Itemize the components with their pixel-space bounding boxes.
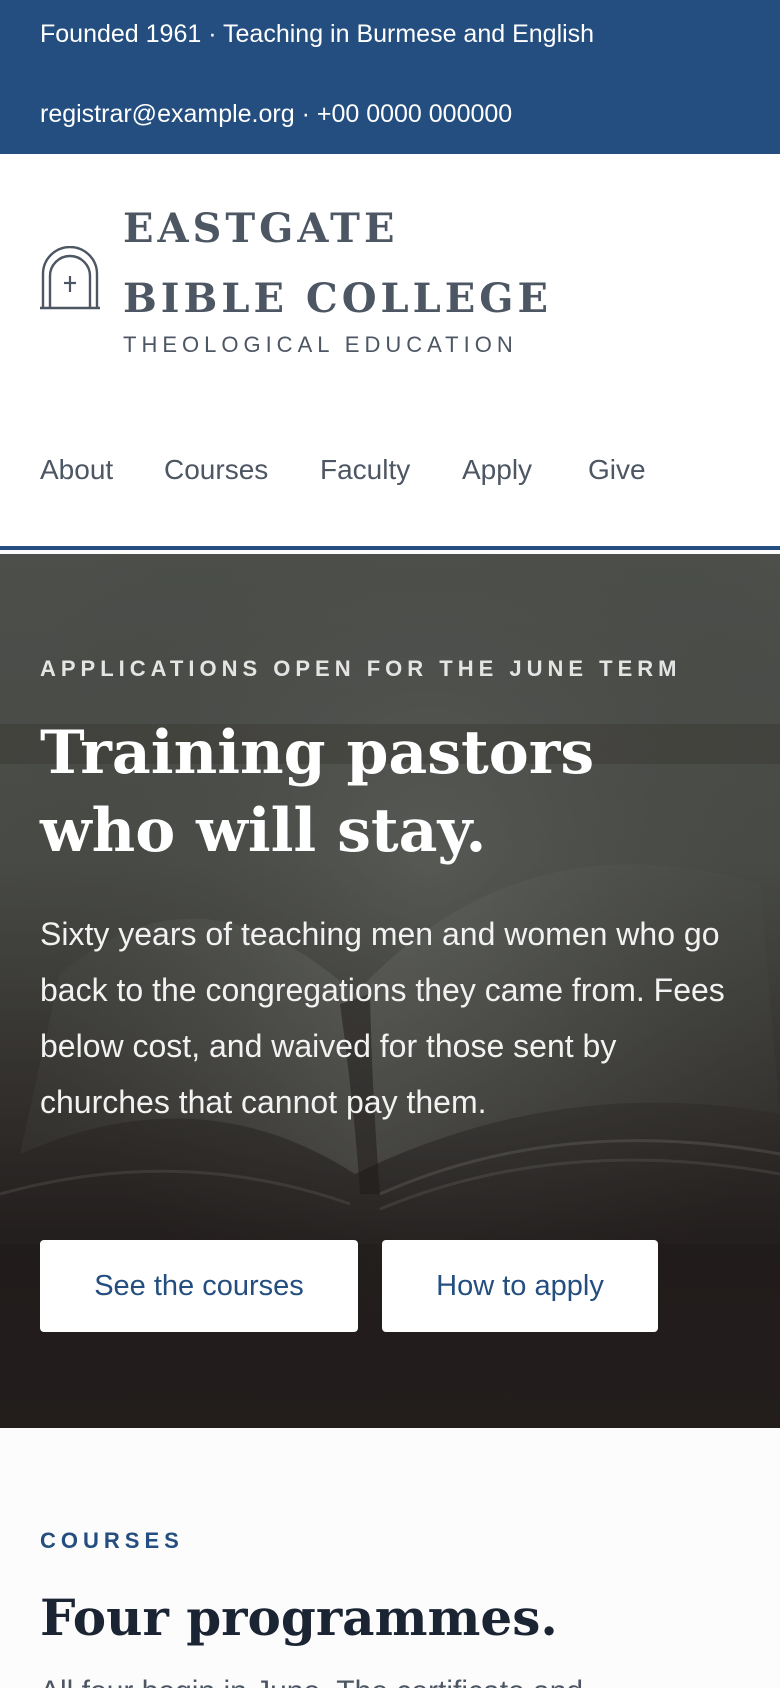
site-title[interactable]: EASTGATE BIBLE COLLEGE — [123, 194, 563, 334]
site-tagline: THEOLOGICAL EDUCATION — [123, 332, 518, 357]
hero-section: APPLICATIONS OPEN FOR THE JUNE TERM Trai… — [0, 554, 780, 1428]
nav-about[interactable]: About — [40, 454, 113, 486]
courses-kicker: COURSES — [40, 1528, 184, 1553]
nav-apply[interactable]: Apply — [462, 454, 532, 486]
see-courses-button[interactable]: See the courses — [40, 1240, 358, 1332]
hero-lead: Sixty years of teaching men and women wh… — [40, 916, 725, 1120]
courses-intro: All four begin in June. The certificate … — [40, 1668, 740, 1688]
founding-info: Founded 1961 · Teaching in Burmese and E… — [40, 20, 595, 48]
hero-kicker: APPLICATIONS OPEN FOR THE JUNE TERM — [40, 656, 682, 681]
nav-give[interactable]: Give — [588, 454, 646, 486]
arched-doorway-cross-icon[interactable] — [40, 246, 100, 310]
how-to-apply-button[interactable]: How to apply — [382, 1240, 658, 1332]
courses-section: COURSES Four programmes. All four begin … — [0, 1428, 780, 1688]
contact-info[interactable]: registrar@example.org · +00 0000 000000 — [40, 100, 512, 129]
courses-title: Four programmes. — [40, 1588, 558, 1647]
nav-faculty[interactable]: Faculty — [320, 454, 410, 486]
site-header: EASTGATE BIBLE COLLEGE THEOLOGICAL EDUCA… — [0, 154, 780, 550]
nav-courses[interactable]: Courses — [164, 454, 268, 486]
hero-headline: Training pastors who will stay. — [40, 718, 595, 866]
top-info-bar: Founded 1961 · Teaching in Burmese and E… — [0, 0, 780, 154]
